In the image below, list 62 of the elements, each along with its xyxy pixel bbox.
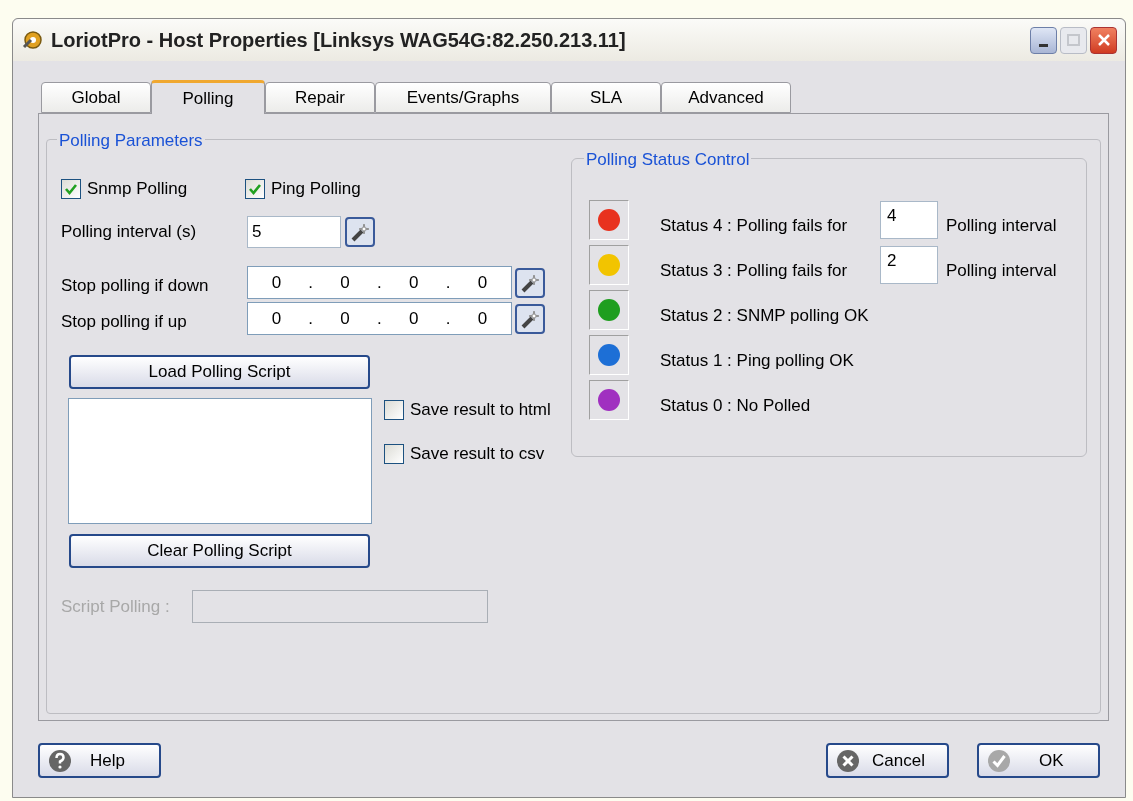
help-button[interactable]: Help	[38, 743, 161, 778]
close-button[interactable]	[1090, 26, 1117, 54]
close-icon	[1096, 33, 1111, 47]
window-title: LoriotPro - Host Properties [Linksys WAG54G:82.250.213.11]	[51, 28, 626, 53]
wand-button[interactable]	[515, 303, 545, 334]
wand-icon	[520, 308, 540, 329]
wand-icon	[520, 272, 540, 293]
help-icon	[48, 748, 72, 773]
field-label: Polling interval (s)	[61, 221, 198, 244]
ip-octet: 0	[477, 271, 488, 294]
ip-octet: 0	[271, 271, 282, 294]
ip-separator: .	[308, 307, 314, 330]
ip-octet: 0	[340, 271, 350, 294]
tab[interactable]: Global	[41, 82, 151, 113]
script-text-area[interactable]	[68, 398, 372, 524]
ip-octet: 0	[340, 307, 350, 330]
tab[interactable]: Events/Graphs	[375, 82, 551, 113]
ip-octet: 0	[477, 307, 488, 330]
check-icon	[64, 182, 78, 196]
checkbox[interactable]: Save result to html	[384, 398, 551, 422]
checkbox[interactable]: Ping Polling	[245, 177, 361, 201]
field-label: Script Polling :	[61, 595, 171, 618]
ok-button[interactable]: OK	[977, 743, 1100, 778]
status-label: Status 4 : Polling fails for	[660, 214, 849, 237]
check-icon	[987, 748, 1011, 773]
status-label: Status 2 : SNMP polling OK	[660, 304, 869, 327]
field-label: Stop polling if up	[61, 310, 188, 333]
status-label: Status 3 : Polling fails for	[660, 259, 849, 282]
wand-button[interactable]	[345, 217, 375, 247]
ip-address-field[interactable]: 0 . 0 . 0 . 0	[247, 302, 512, 335]
status-label: Status 0 : No Polled	[660, 394, 811, 417]
ip-separator: .	[377, 307, 382, 330]
interval-field[interactable]: 5	[247, 216, 341, 248]
wand-icon	[350, 222, 370, 242]
clear-script-button[interactable]: Clear Polling Script	[69, 534, 370, 568]
tab[interactable]: SLA	[551, 82, 661, 113]
cancel-button[interactable]: Cancel	[826, 743, 949, 778]
field-label: Polling interval	[946, 259, 1057, 282]
ip-address-field[interactable]: 0 . 0 . 0 . 0	[247, 266, 512, 299]
check-icon	[248, 182, 262, 196]
ip-octet: 0	[271, 307, 282, 330]
tab[interactable]: Polling	[151, 80, 265, 114]
ip-separator: .	[308, 271, 314, 294]
minimize-button[interactable]	[1030, 26, 1057, 54]
script-polling-field[interactable]	[192, 590, 488, 623]
threshold-field[interactable]: 4	[880, 200, 938, 239]
cancel-icon	[836, 748, 860, 773]
tab[interactable]: Repair	[265, 82, 375, 113]
ip-separator: .	[377, 271, 382, 294]
ip-separator: .	[445, 307, 451, 330]
status-label: Status 1 : Ping polling OK	[660, 349, 854, 372]
threshold-field[interactable]: 2	[880, 245, 938, 284]
ip-octet: 0	[409, 307, 419, 330]
field-label: Stop polling if down	[61, 274, 210, 297]
load-script-button[interactable]: Load Polling Script	[69, 355, 370, 389]
checkbox[interactable]: Snmp Polling	[61, 177, 191, 201]
ip-separator: .	[445, 271, 451, 294]
ip-octet: 0	[409, 271, 419, 294]
checkbox[interactable]: Save result to csv	[384, 442, 551, 466]
tab[interactable]: Advanced	[661, 82, 791, 113]
wand-button[interactable]	[515, 267, 545, 298]
field-label: Polling interval	[946, 214, 1057, 237]
